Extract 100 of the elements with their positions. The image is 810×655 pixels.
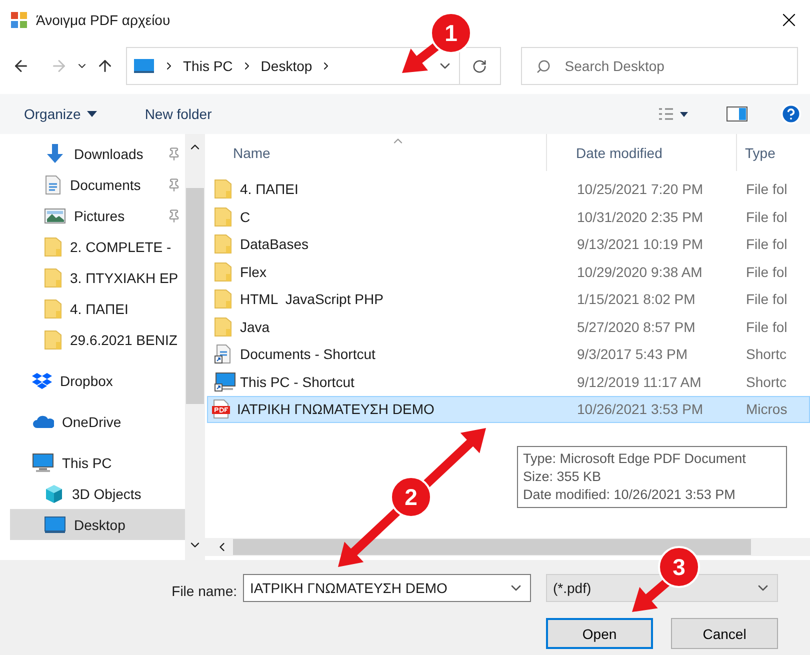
file-row[interactable]: HTML JavaScript PHP 1/15/2021 8:02 PM File fol <box>205 286 810 312</box>
cancel-button[interactable]: Cancel <box>671 618 778 649</box>
folder-icon <box>44 236 62 256</box>
date-modified: 9/13/2021 10:19 PM <box>577 236 704 252</box>
desktop-icon <box>44 516 66 534</box>
cloud-icon <box>32 414 54 428</box>
pointer-arrow <box>402 41 441 73</box>
date-modified: 10/25/2021 7:20 PM <box>577 181 704 198</box>
document-shortcut-icon <box>214 344 232 364</box>
pdf-file-icon <box>211 399 231 420</box>
file-name: Flex <box>240 264 266 280</box>
sidebar-item[interactable]: Downloads <box>10 138 185 169</box>
step-badge: 3 <box>658 546 700 588</box>
tooltip-text: Size: 355 KB <box>523 468 602 486</box>
date-modified: 9/12/2019 11:17 AM <box>577 374 702 390</box>
date-modified: 5/27/2020 8:57 PM <box>577 318 696 335</box>
file-row[interactable]: Documents - Shortcut 9/3/2017 5:43 PM Shortc <box>205 341 810 368</box>
date-modified: 10/29/2020 9:38 AM <box>577 264 702 280</box>
folder-icon <box>214 206 232 227</box>
file-type: File fol <box>746 208 788 225</box>
refresh-button[interactable] <box>460 47 501 85</box>
step-badge: 1 <box>430 12 472 54</box>
open-button[interactable]: Open <box>546 618 654 649</box>
tooltip-text: Date modified: 10/26/2021 3:53 PM <box>523 486 736 504</box>
sidebar-item[interactable]: Documents <box>10 169 185 200</box>
sidebar-item[interactable]: 3D Objects <box>10 478 185 509</box>
file-name: Documents - Shortcut <box>240 346 376 362</box>
file-name: This PC - Shortcut <box>240 374 354 390</box>
date-modified: 10/31/2020 2:35 PM <box>577 208 704 225</box>
folder-icon <box>214 262 232 282</box>
folder-icon <box>214 316 232 337</box>
file-name-label: File name: <box>172 583 237 599</box>
breadcrumb[interactable]: This PC <box>183 58 233 74</box>
sidebar-item[interactable]: Desktop <box>10 509 185 540</box>
computer-icon <box>133 58 155 74</box>
cube-icon <box>44 484 64 504</box>
up-button[interactable] <box>96 57 114 75</box>
picture-icon <box>44 208 66 224</box>
file-row[interactable]: Flex 10/29/2020 9:38 AM File fol <box>205 258 810 285</box>
sidebar-item[interactable]: This PC <box>10 447 185 478</box>
window-title: Άνοιγμα PDF αρχείου <box>36 12 172 28</box>
sidebar-item[interactable]: 4. ΠΑΠΕΙ <box>10 293 185 324</box>
file-type: File fol <box>746 318 788 335</box>
preview-pane-button[interactable] <box>726 106 748 122</box>
sidebar-item[interactable]: 2. COMPLETE - <box>10 231 185 262</box>
column-header[interactable]: Date modified <box>576 144 662 160</box>
app-icon <box>10 11 28 29</box>
sidebar-item[interactable]: OneDrive <box>10 406 185 437</box>
document-icon <box>44 174 62 194</box>
file-type: File fol <box>746 181 788 198</box>
file-name: HTML JavaScript PHP <box>240 291 384 308</box>
column-header[interactable]: Name <box>233 144 270 160</box>
date-modified: 10/26/2021 3:53 PM <box>577 401 704 418</box>
horizontal-scrollbar[interactable] <box>205 538 810 556</box>
date-modified: 9/3/2017 5:43 PM <box>577 346 688 362</box>
file-name: Java <box>240 318 270 335</box>
file-row[interactable]: 4. ΠΑΠΕΙ 10/25/2021 7:20 PM File fol <box>205 176 810 202</box>
folder-icon <box>214 179 232 200</box>
sidebar-item[interactable]: 29.6.2021 ΒΕΝΙΖ <box>10 324 185 355</box>
folder-icon <box>44 298 62 318</box>
file-row[interactable]: This PC - Shortcut 9/12/2019 11:17 AM Shortc <box>205 368 810 395</box>
view-options-button[interactable] <box>658 107 690 121</box>
file-row[interactable]: DataBases 9/13/2021 10:19 PM File fol <box>205 231 810 258</box>
search-field[interactable]: Search Desktop <box>520 47 798 85</box>
file-type: File fol <box>746 264 788 280</box>
file-name: C <box>240 208 250 225</box>
file-type: File fol <box>746 291 788 308</box>
file-name: DataBases <box>240 236 308 252</box>
download-icon <box>44 142 66 164</box>
folder-icon <box>44 330 62 350</box>
sidebar-item[interactable]: Pictures <box>10 200 185 231</box>
breadcrumb[interactable]: Desktop <box>260 58 312 74</box>
file-name-field[interactable]: ΙΑΤΡΙΚΗ ΓΝΩΜΑΤΕΥΣΗ DEMO <box>243 574 531 602</box>
file-row[interactable]: ΙΑΤΡΙΚΗ ΓΝΩΜΑΤΕΥΣΗ DEMO 10/26/2021 3:53 PM Micros <box>207 396 810 422</box>
pointer-arrow <box>632 578 670 612</box>
caret-icon <box>86 111 97 117</box>
new-folder-button[interactable]: New folder <box>144 106 212 122</box>
computer-icon <box>32 452 54 472</box>
file-type: Micros <box>746 401 788 418</box>
help-button[interactable] <box>780 103 802 125</box>
file-name: ΙΑΤΡΙΚΗ ΓΝΩΜΑΤΕΥΣΗ DEMO <box>237 401 434 418</box>
organize-button[interactable]: Organize <box>24 106 97 122</box>
column-header[interactable]: Type <box>745 144 776 160</box>
computer-shortcut-icon <box>214 372 236 392</box>
file-name: 4. ΠΑΠΕΙ <box>240 181 298 198</box>
sidebar-item[interactable]: 3. ΠΤΥΧΙΑΚΗ ΕΡ <box>10 262 185 293</box>
refresh-icon <box>472 58 488 74</box>
file-type: Shortc <box>746 374 786 390</box>
step-badge: 2 <box>390 476 432 518</box>
search-icon <box>536 58 551 74</box>
sidebar-item[interactable]: Dropbox <box>10 365 185 396</box>
back-button[interactable] <box>12 57 30 75</box>
file-row[interactable]: Java 5/27/2020 8:57 PM File fol <box>205 314 810 340</box>
date-modified: 1/15/2021 8:02 PM <box>577 291 696 308</box>
vertical-scrollbar[interactable] <box>185 134 205 560</box>
address-bar[interactable]: This PC Desktop <box>126 47 460 85</box>
folder-icon <box>44 268 62 288</box>
file-type: File fol <box>746 236 788 252</box>
file-row[interactable]: C 10/31/2020 2:35 PM File fol <box>205 204 810 230</box>
tooltip-text: Type: Microsoft Edge PDF Document <box>523 450 747 468</box>
